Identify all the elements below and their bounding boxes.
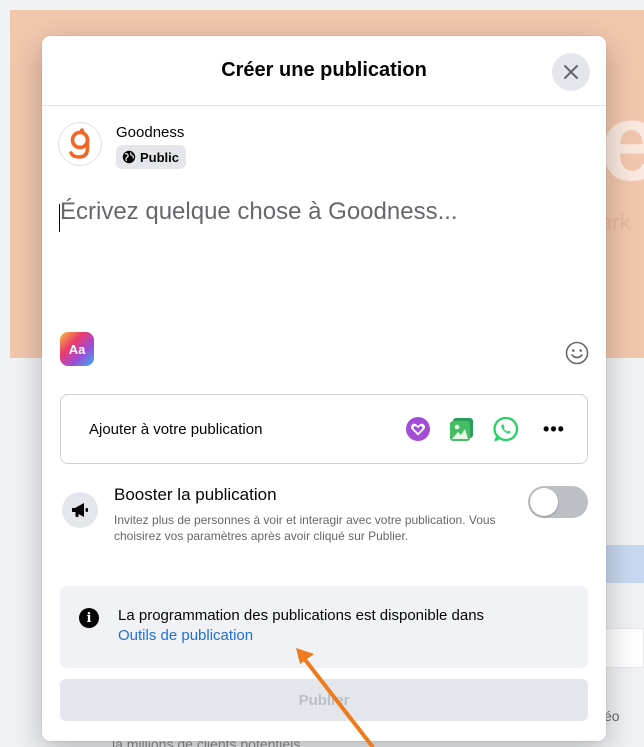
audience-selector[interactable]: Public bbox=[116, 145, 187, 169]
post-text-input[interactable] bbox=[60, 198, 590, 358]
dialog-title: Créer une publication bbox=[221, 59, 427, 81]
scheduling-info-box: i La programmation des publications est … bbox=[60, 586, 588, 668]
create-post-dialog: Créer une publication Goodness Public Éc… bbox=[42, 36, 606, 741]
emoji-icon[interactable] bbox=[564, 340, 590, 366]
photo-video-button[interactable] bbox=[445, 412, 479, 446]
more-options-button[interactable]: ••• bbox=[537, 412, 571, 446]
globe-icon bbox=[122, 150, 136, 164]
whatsapp-button[interactable] bbox=[489, 412, 523, 446]
avatar[interactable] bbox=[58, 122, 102, 166]
author-name: Goodness bbox=[116, 124, 185, 141]
feeling-icon bbox=[406, 417, 430, 441]
goodness-logo-icon bbox=[69, 128, 90, 159]
more-icon: ••• bbox=[543, 418, 565, 439]
info-icon: i bbox=[79, 608, 99, 628]
dialog-header: Créer une publication bbox=[42, 36, 606, 106]
background-button-fragment bbox=[600, 545, 644, 583]
close-icon bbox=[564, 65, 578, 79]
publish-button[interactable]: Publier bbox=[60, 679, 588, 721]
boost-title: Booster la publication bbox=[114, 485, 277, 504]
text-style-button[interactable]: Aa bbox=[60, 332, 94, 366]
audience-label: Public bbox=[140, 149, 180, 165]
scheduling-info-text: La programmation des publications est di… bbox=[118, 607, 485, 624]
background-heading-fragment: e bbox=[600, 81, 644, 204]
post-author: Goodness Public bbox=[58, 122, 187, 169]
background-card-fragment bbox=[600, 628, 644, 668]
close-button[interactable] bbox=[552, 53, 590, 91]
boost-toggle[interactable] bbox=[528, 486, 588, 518]
add-to-post-label: Ajouter à votre publication bbox=[89, 420, 263, 438]
boost-description: Invitez plus de personnes à voir et inte… bbox=[114, 513, 496, 543]
toggle-knob bbox=[530, 488, 558, 516]
whatsapp-icon bbox=[493, 416, 519, 442]
megaphone-icon bbox=[62, 492, 98, 528]
add-to-post-panel: Ajouter à votre publication ••• bbox=[60, 394, 588, 464]
publishing-tools-link[interactable]: Outils de publication bbox=[118, 626, 484, 646]
background-video-text: éo bbox=[604, 708, 620, 724]
feeling-button[interactable] bbox=[401, 412, 435, 446]
boost-post-section: Booster la publication Invitez plus de p… bbox=[60, 482, 588, 582]
text-caret bbox=[59, 204, 60, 232]
photo-video-icon bbox=[450, 418, 473, 441]
